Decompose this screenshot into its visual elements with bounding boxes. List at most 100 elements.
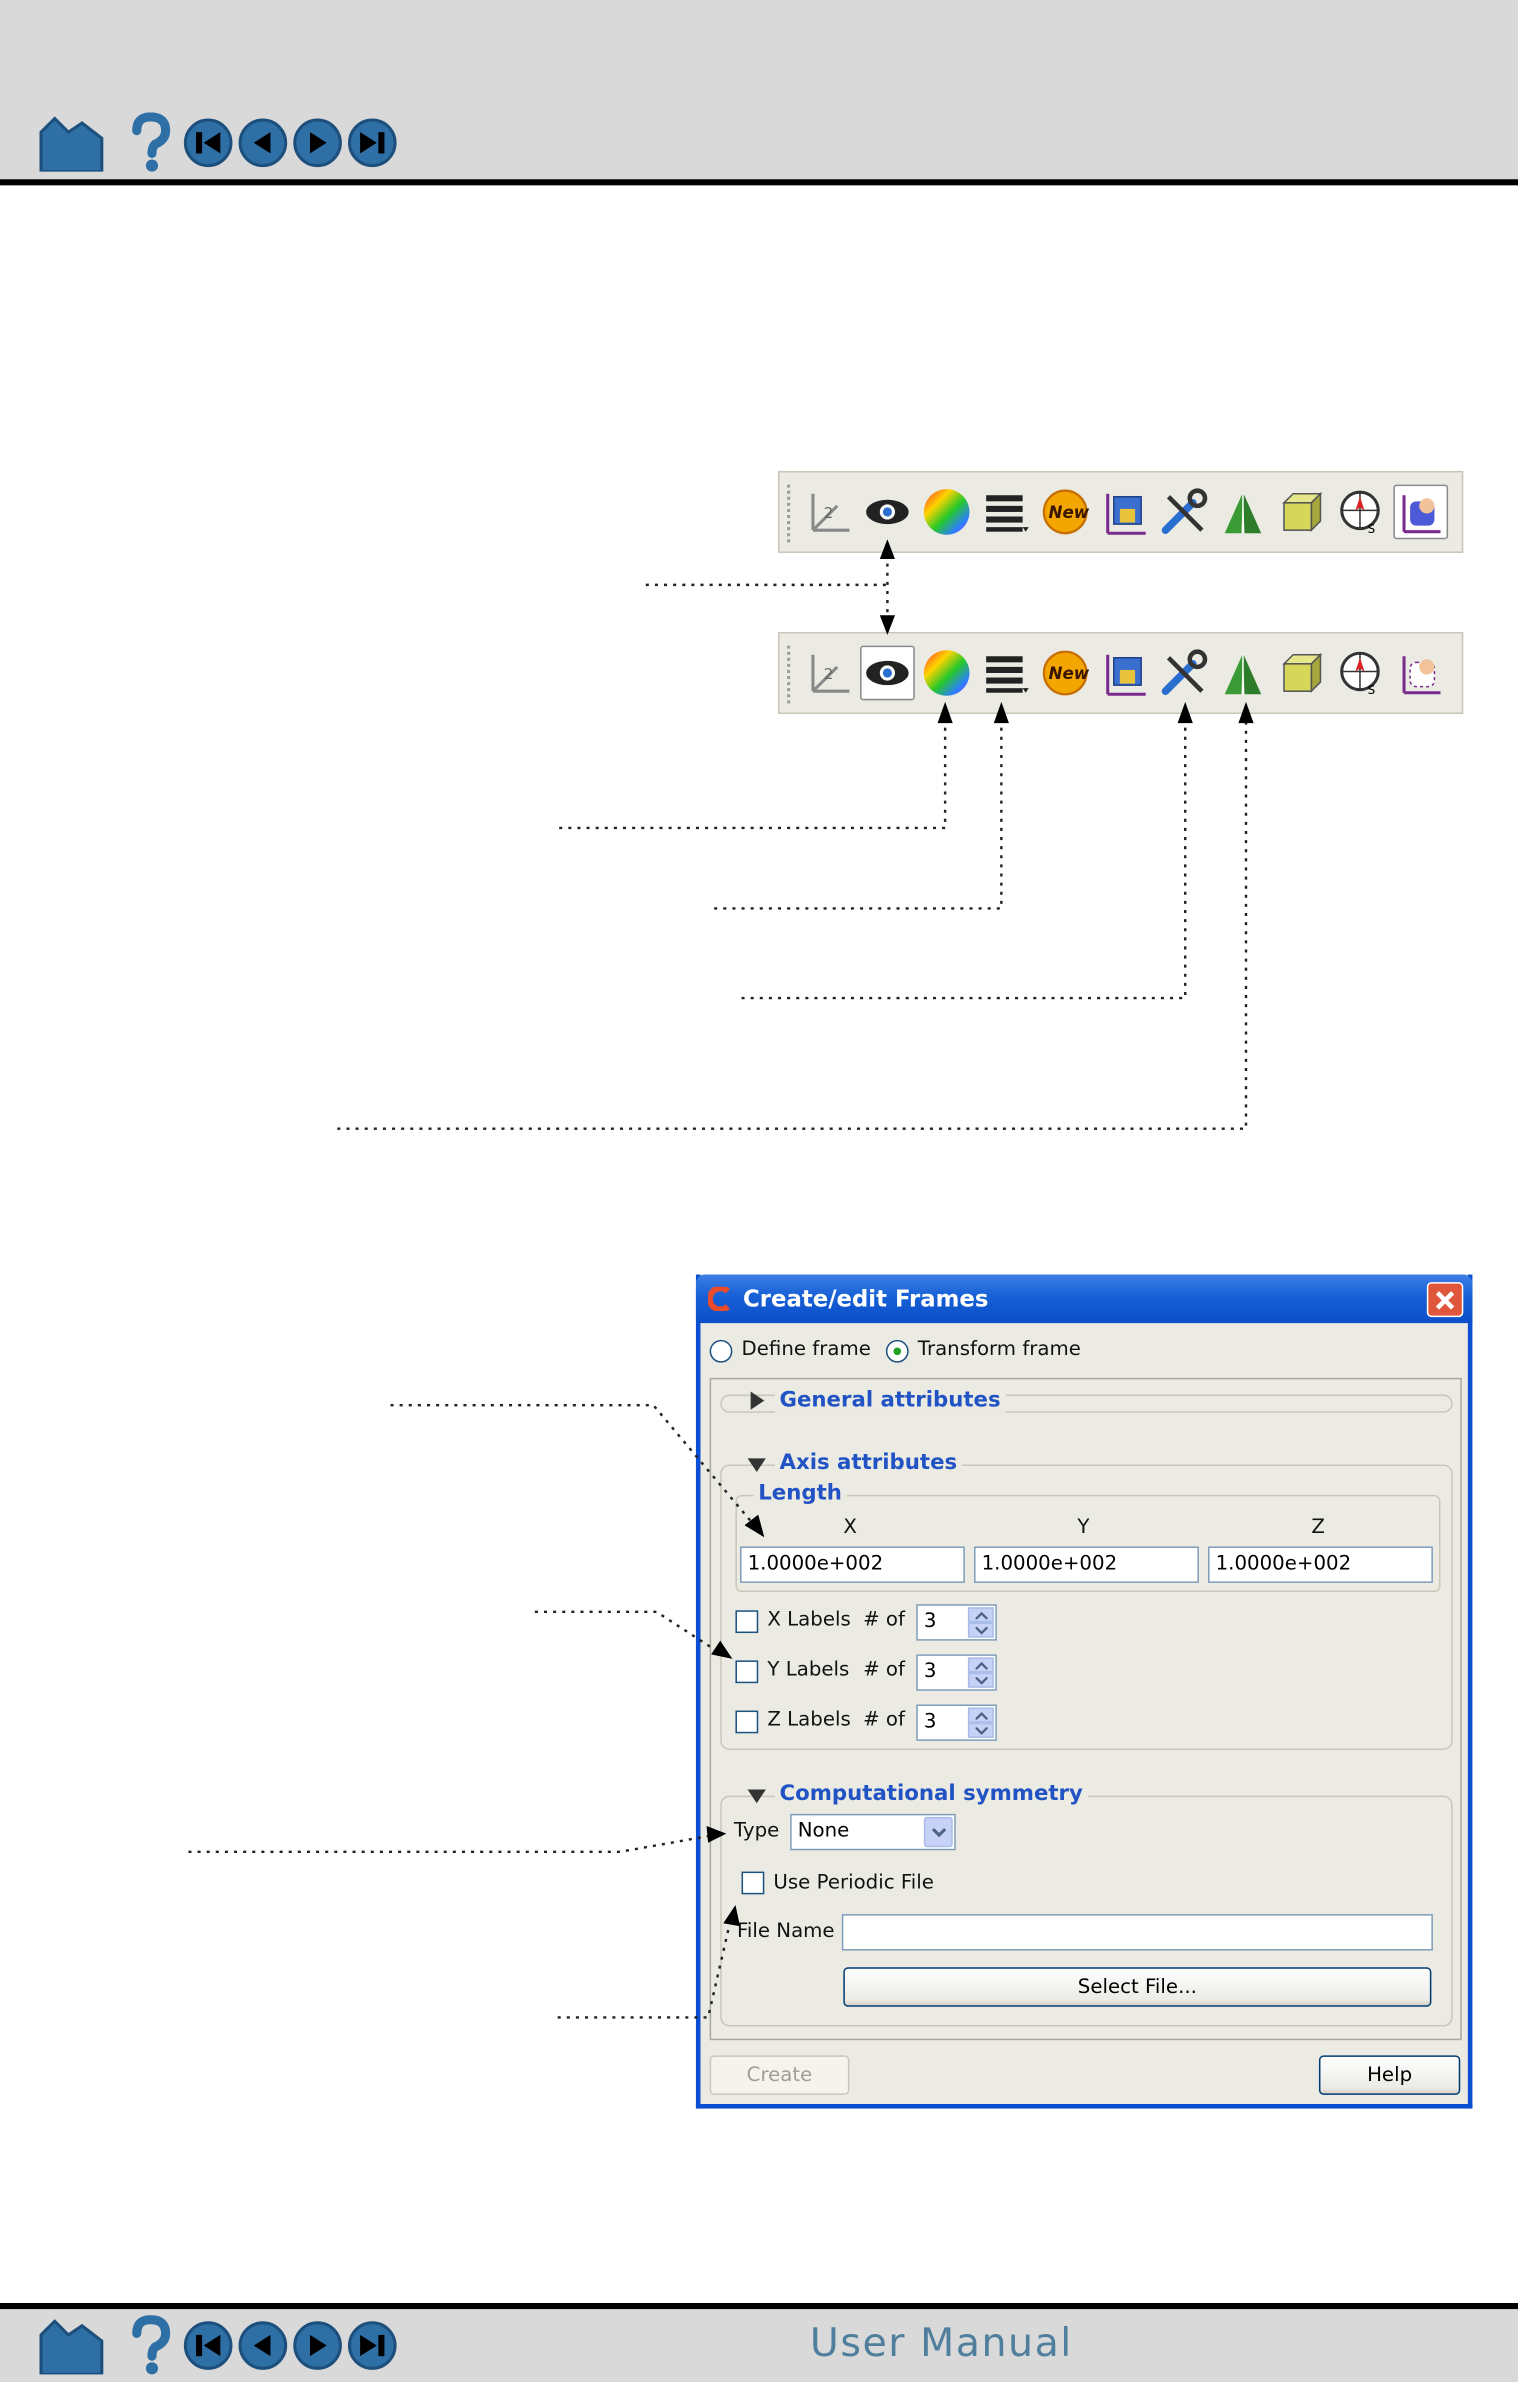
- axis-attributes-header[interactable]: Axis attributes: [774, 1450, 962, 1476]
- expand-arrow-icon[interactable]: [750, 1391, 765, 1410]
- chevron-down-icon[interactable]: [923, 1816, 953, 1848]
- tools-icon[interactable]: [1156, 646, 1211, 701]
- first-page-icon[interactable]: [182, 117, 234, 169]
- last-page-icon[interactable]: [346, 2320, 398, 2372]
- x-labels-label: X Labels: [767, 1608, 851, 1632]
- top-navigation: [36, 112, 401, 173]
- color-wheel-icon[interactable]: [919, 485, 974, 540]
- general-attributes-header[interactable]: General attributes: [774, 1388, 1006, 1413]
- length-header: Length: [753, 1481, 847, 1506]
- eye-icon[interactable]: [860, 645, 915, 701]
- symmetry-icon[interactable]: [1216, 646, 1271, 701]
- stepper-up-icon[interactable]: [967, 1657, 994, 1673]
- svg-text:S: S: [1368, 683, 1376, 697]
- bottom-navigation: [36, 2315, 401, 2376]
- eye-icon[interactable]: [860, 485, 915, 540]
- x-length-input[interactable]: 1.0000e+002: [740, 1546, 965, 1583]
- new-icon[interactable]: New: [1038, 646, 1093, 701]
- previous-page-icon[interactable]: [237, 2320, 289, 2372]
- next-page-icon[interactable]: [292, 2320, 344, 2372]
- user-manual-title: User Manual: [809, 2321, 1073, 2367]
- next-page-icon[interactable]: [292, 117, 344, 169]
- select-icon[interactable]: [1393, 646, 1448, 701]
- collapse-arrow-icon[interactable]: [747, 1789, 766, 1804]
- compass-icon[interactable]: S: [1334, 646, 1389, 701]
- type-select[interactable]: None: [790, 1813, 956, 1851]
- select-file-button[interactable]: Select File...: [843, 1967, 1432, 2007]
- home-icon[interactable]: [36, 2317, 106, 2375]
- callout-line-color: [559, 721, 947, 830]
- compass-icon[interactable]: S: [1334, 485, 1389, 540]
- x-labels-checkbox[interactable]: [735, 1610, 759, 1634]
- menu-list-icon[interactable]: [979, 485, 1034, 540]
- x-labels-count-label: # of: [863, 1608, 905, 1632]
- stepper-down-icon[interactable]: [967, 1622, 994, 1638]
- callout-line-symmetry: [337, 721, 1248, 1130]
- box-icon[interactable]: [1275, 485, 1330, 540]
- x-labels-count-stepper[interactable]: 3: [916, 1604, 997, 1641]
- y-labels-count-stepper[interactable]: 3: [916, 1654, 997, 1691]
- toolbar-grip[interactable]: [787, 645, 792, 704]
- use-periodic-file-label: Use Periodic File: [773, 1871, 934, 1895]
- create-edit-frames-dialog: Create/edit Frames Define frame Transfor…: [695, 1274, 1473, 2109]
- frame-lock-icon[interactable]: [1097, 485, 1152, 540]
- home-icon[interactable]: [36, 114, 106, 172]
- previous-page-icon[interactable]: [237, 117, 289, 169]
- help-icon[interactable]: [128, 112, 174, 173]
- svg-text:New: New: [1048, 663, 1089, 683]
- menu-list-icon[interactable]: [979, 646, 1034, 701]
- dialog-title-bar[interactable]: Create/edit Frames: [695, 1274, 1473, 1324]
- stepper-up-icon[interactable]: [967, 1707, 994, 1723]
- axis-icon[interactable]: 2: [801, 646, 856, 701]
- y-labels-count-value: 3: [923, 1660, 937, 1684]
- type-select-value: None: [797, 1819, 850, 1843]
- svg-text:New: New: [1048, 502, 1089, 522]
- type-label: Type: [733, 1819, 780, 1843]
- define-frame-label: Define frame: [741, 1338, 871, 1362]
- stepper-down-icon[interactable]: [967, 1722, 994, 1738]
- first-page-icon[interactable]: [182, 2320, 234, 2372]
- define-frame-radio[interactable]: [709, 1339, 733, 1363]
- toolbar-before: 2 New S: [777, 470, 1464, 553]
- z-labels-count-value: 3: [923, 1710, 937, 1734]
- new-icon[interactable]: New: [1038, 485, 1093, 540]
- toolbar-grip[interactable]: [787, 484, 792, 543]
- z-labels-label: Z Labels: [767, 1709, 851, 1732]
- z-labels-checkbox[interactable]: [735, 1710, 759, 1734]
- stepper-down-icon[interactable]: [967, 1672, 994, 1688]
- transform-frame-label: Transform frame: [917, 1338, 1081, 1362]
- y-labels-checkbox[interactable]: [735, 1660, 759, 1684]
- file-name-input[interactable]: [841, 1914, 1433, 1951]
- frame-lock-icon[interactable]: [1097, 646, 1152, 701]
- callout-line-tools: [741, 721, 1187, 1000]
- callout-line-labels: [534, 1610, 718, 1653]
- symmetry-icon[interactable]: [1216, 485, 1271, 540]
- z-labels-count-stepper[interactable]: 3: [916, 1704, 997, 1741]
- computational-symmetry-header[interactable]: Computational symmetry: [774, 1781, 1088, 1807]
- callout-line-type: [188, 1833, 715, 1854]
- svg-text:2: 2: [824, 504, 834, 522]
- collapse-arrow-icon[interactable]: [747, 1458, 766, 1473]
- help-icon[interactable]: [128, 2315, 174, 2376]
- x-labels-count-value: 3: [923, 1610, 937, 1634]
- box-icon[interactable]: [1275, 646, 1330, 701]
- y-length-input[interactable]: 1.0000e+002: [974, 1546, 1199, 1583]
- dialog-title: Create/edit Frames: [743, 1285, 989, 1313]
- close-icon: [1435, 1290, 1455, 1309]
- select-icon[interactable]: [1393, 484, 1449, 540]
- stepper-up-icon[interactable]: [967, 1607, 994, 1623]
- last-page-icon[interactable]: [346, 117, 398, 169]
- z-labels-count-label: # of: [863, 1709, 905, 1732]
- page: 2 New S 2 New S Create/edit Frames Defin…: [0, 0, 1518, 2382]
- axis-icon[interactable]: 2: [801, 485, 856, 540]
- color-wheel-icon[interactable]: [919, 646, 974, 701]
- help-button[interactable]: Help: [1318, 2055, 1461, 2095]
- create-button[interactable]: Create: [709, 2055, 850, 2095]
- app-logo-icon: [708, 1286, 730, 1312]
- z-length-input[interactable]: 1.0000e+002: [1208, 1546, 1433, 1583]
- frame-settings-panel: General attributes Axis attributes Lengt…: [709, 1377, 1462, 2041]
- use-periodic-file-checkbox[interactable]: [741, 1871, 765, 1895]
- tools-icon[interactable]: [1156, 485, 1211, 540]
- close-button[interactable]: [1426, 1282, 1464, 1318]
- transform-frame-radio[interactable]: [885, 1339, 909, 1363]
